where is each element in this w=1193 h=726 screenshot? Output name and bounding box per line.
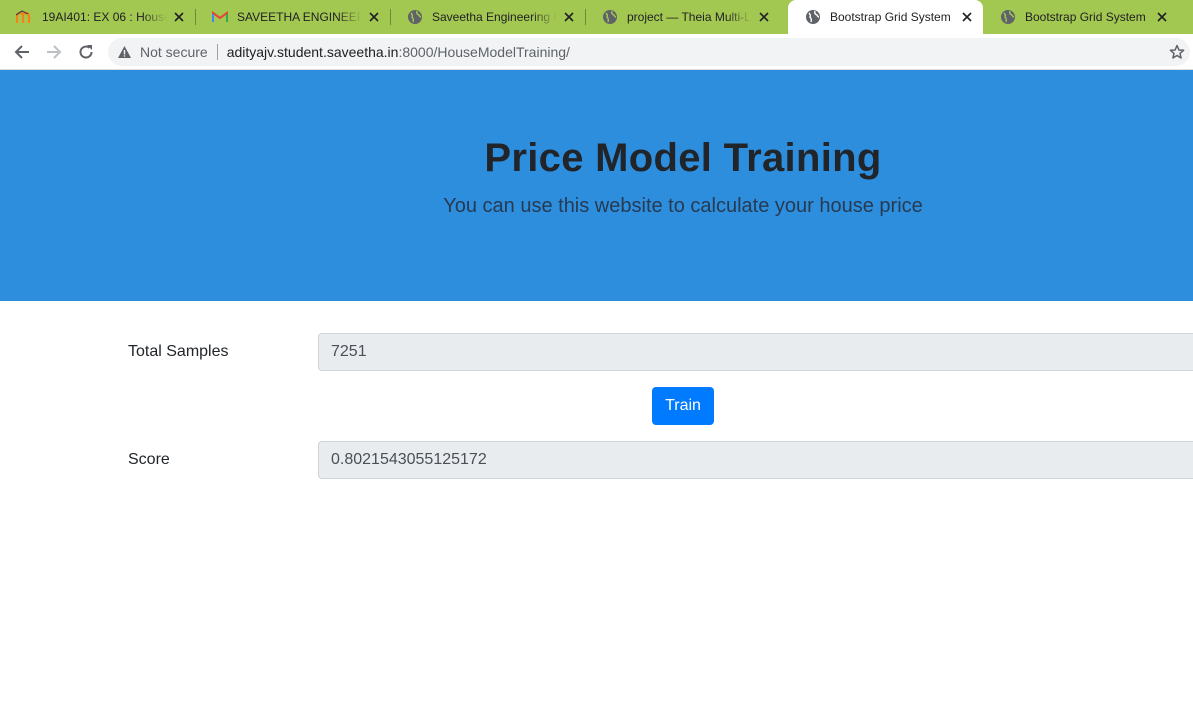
browser-tab-2[interactable]: SAVEETHA ENGINEERING — [195, 0, 391, 34]
tab-strip: 19AI401: EX 06 : House P SAVEETHA ENGINE… — [0, 0, 1193, 34]
address-bar[interactable]: Not secure adityajv.student.saveetha.in:… — [108, 38, 1190, 66]
back-arrow-icon[interactable] — [10, 40, 34, 64]
globe-icon — [804, 8, 822, 26]
close-icon[interactable] — [366, 9, 382, 25]
globe-icon — [999, 8, 1017, 26]
globe-icon — [601, 8, 619, 26]
bookmark-star-icon[interactable] — [1168, 43, 1186, 61]
total-samples-label: Total Samples — [128, 343, 229, 360]
page-title: Price Model Training — [484, 136, 882, 180]
browser-tab-4[interactable]: project — Theia Multi-La — [585, 0, 780, 34]
tab-title: SAVEETHA ENGINEERING — [237, 10, 362, 24]
close-icon[interactable] — [561, 9, 577, 25]
score-row: Score 0.8021543055125172 — [0, 441, 1193, 479]
close-icon[interactable] — [959, 9, 975, 25]
tab-title: Saveetha Engineering Co — [432, 10, 557, 24]
total-samples-row: Total Samples 7251 — [0, 333, 1193, 371]
score-label: Score — [128, 451, 170, 468]
security-status[interactable]: Not secure — [140, 44, 208, 60]
close-icon[interactable] — [756, 9, 772, 25]
close-icon[interactable] — [171, 9, 187, 25]
browser-tab-5-active[interactable]: Bootstrap Grid System — [788, 0, 983, 34]
gmail-icon — [211, 8, 229, 26]
browser-tab-1[interactable]: 19AI401: EX 06 : House P — [0, 0, 196, 34]
warning-icon[interactable] — [116, 44, 132, 60]
browser-tab-3[interactable]: Saveetha Engineering Co — [390, 0, 586, 34]
tab-title: project — Theia Multi-La — [627, 10, 752, 24]
page-subtitle: You can use this website to calculate yo… — [443, 195, 923, 217]
url-host: adityajv.student.saveetha.in — [226, 44, 399, 60]
reload-icon[interactable] — [74, 40, 98, 64]
omnibox-divider — [216, 44, 218, 60]
hero-banner: Price Model Training You can use this we… — [0, 70, 1193, 301]
url-path: :8000/HouseModelTraining/ — [398, 44, 570, 60]
browser-tab-6[interactable]: Bootstrap Grid System — [983, 0, 1178, 34]
train-button[interactable]: Train — [652, 387, 714, 425]
moodle-icon — [16, 8, 34, 26]
close-icon[interactable] — [1154, 9, 1170, 25]
url-text[interactable]: adityajv.student.saveetha.in:8000/HouseM… — [227, 44, 570, 60]
globe-icon — [406, 8, 424, 26]
forward-arrow-icon[interactable] — [42, 40, 66, 64]
total-samples-field[interactable]: 7251 — [318, 333, 1193, 371]
tab-title: 19AI401: EX 06 : House P — [42, 10, 167, 24]
tab-title: Bootstrap Grid System — [830, 10, 951, 24]
tab-title: Bootstrap Grid System — [1025, 10, 1146, 24]
score-field[interactable]: 0.8021543055125172 — [318, 441, 1193, 479]
browser-toolbar: Not secure adityajv.student.saveetha.in:… — [0, 34, 1193, 70]
